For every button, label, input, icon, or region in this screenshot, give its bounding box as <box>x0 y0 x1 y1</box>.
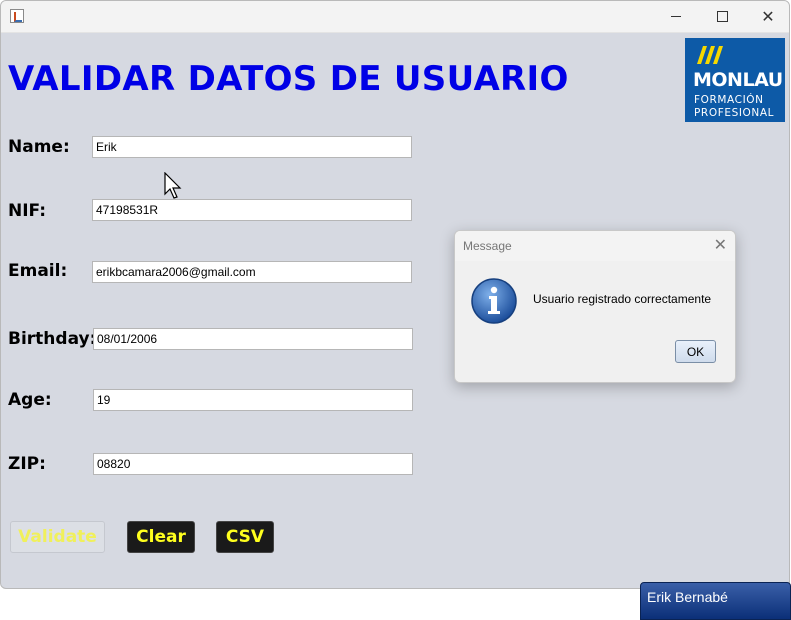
validate-button[interactable]: Validate <box>10 521 105 553</box>
info-icon <box>471 278 517 324</box>
ok-button[interactable]: OK <box>675 340 716 363</box>
dialog-title: Message <box>463 239 512 253</box>
close-icon: ✕ <box>761 7 775 26</box>
name-field[interactable]: Erik <box>92 136 412 158</box>
birthday-label: Birthday: <box>8 329 97 349</box>
minimize-icon <box>671 16 681 17</box>
nif-label: NIF: <box>8 201 47 221</box>
birthday-field[interactable]: 08/01/2006 <box>93 328 413 350</box>
age-field[interactable]: 19 <box>93 389 413 411</box>
minimize-button[interactable] <box>653 1 699 32</box>
logo-subtitle-1: FORMACIÓN <box>694 94 764 106</box>
zip-label: ZIP: <box>8 454 46 474</box>
clear-button[interactable]: Clear <box>127 521 195 553</box>
close-button[interactable]: ✕ <box>745 1 789 32</box>
maximize-icon <box>716 11 728 22</box>
mouse-pointer-icon <box>164 172 182 199</box>
logo-name: MONLAU <box>693 69 783 91</box>
app-window: ✕ VALIDAR DATOS DE USUARIO MONLAU FORMAC… <box>0 0 790 589</box>
monlau-logo-mark-icon <box>697 46 723 64</box>
name-label: Name: <box>8 137 70 157</box>
maximize-button[interactable] <box>699 1 745 32</box>
age-label: Age: <box>8 390 52 410</box>
csv-button[interactable]: CSV <box>216 521 274 553</box>
java-app-icon <box>10 9 24 23</box>
dialog-title-bar: Message ✕ <box>455 231 735 261</box>
user-name-badge: Erik Bernabé <box>640 582 791 620</box>
zip-field[interactable]: 08820 <box>93 453 413 475</box>
logo-subtitle-2: PROFESIONAL <box>694 107 775 119</box>
dialog-close-icon[interactable]: ✕ <box>714 235 727 254</box>
title-bar: ✕ <box>1 1 789 33</box>
monlau-logo: MONLAU FORMACIÓN PROFESIONAL <box>685 38 785 122</box>
email-label: Email: <box>8 261 68 281</box>
dialog-message: Usuario registrado correctamente <box>533 292 712 306</box>
message-dialog: Message ✕ Usuario registrado correctamen… <box>454 230 736 383</box>
nif-field[interactable]: 47198531R <box>92 199 412 221</box>
email-field[interactable]: erikbcamara2006@gmail.com <box>92 261 412 283</box>
page-title: VALIDAR DATOS DE USUARIO <box>8 59 569 99</box>
